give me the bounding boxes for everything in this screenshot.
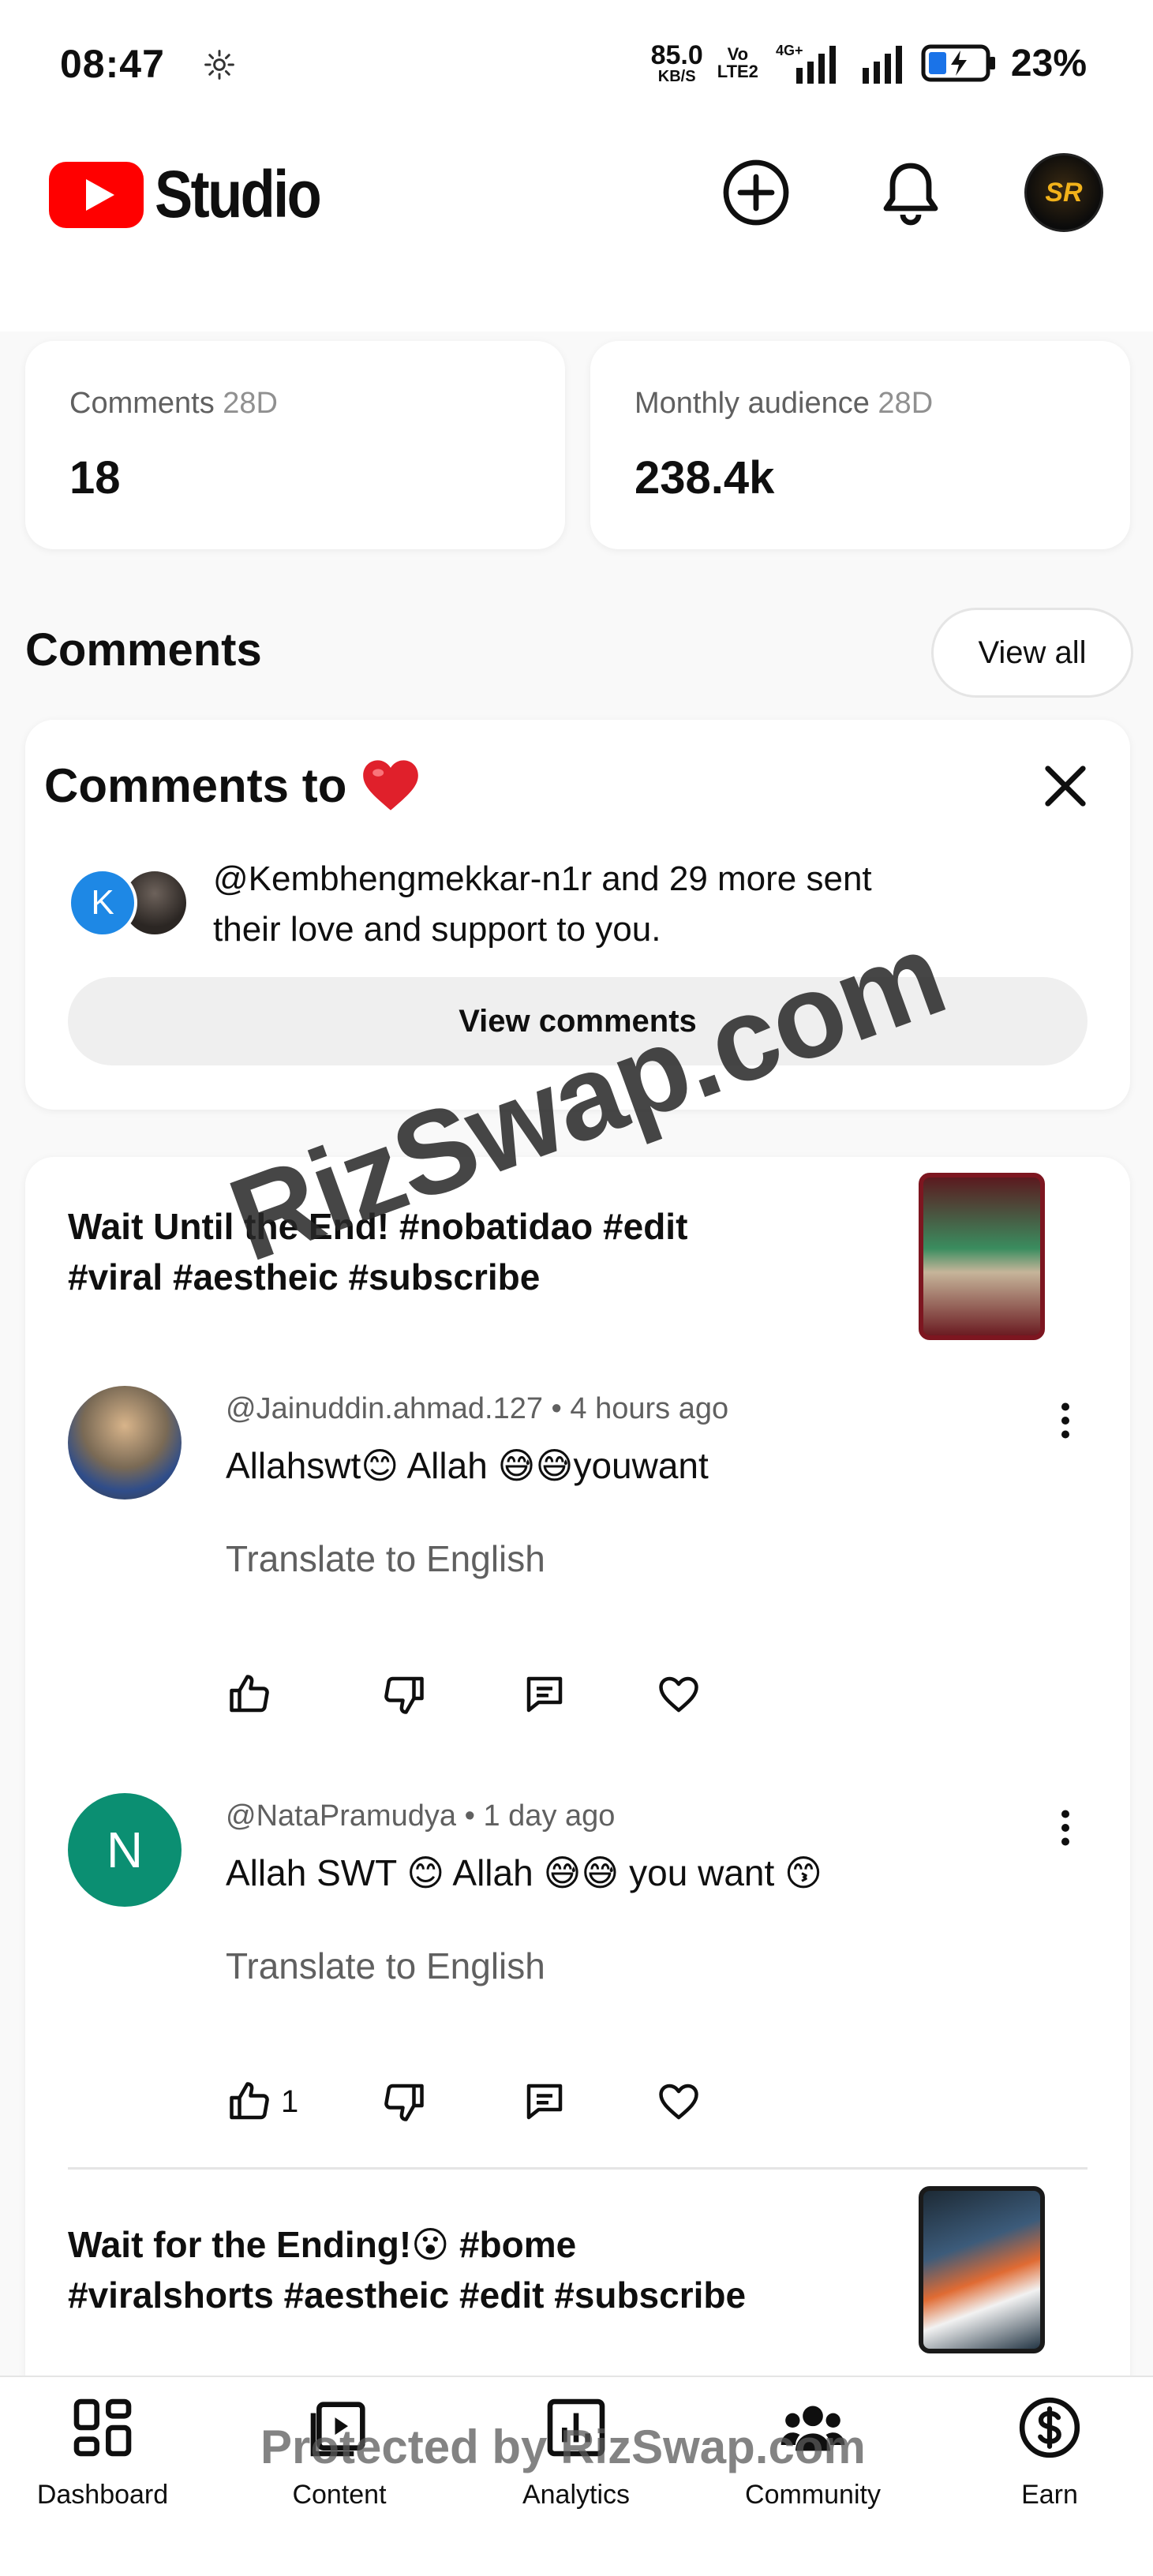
stat-card-comments[interactable]: Comments 28D 18 [25, 341, 565, 549]
comment-meta: @NataPramudya • 1 day ago [226, 1799, 616, 1833]
svg-text:4G+: 4G+ [776, 43, 803, 58]
comment-meta: @Jainuddin.ahmad.127 • 4 hours ago [226, 1392, 729, 1425]
reply-button[interactable] [521, 1667, 568, 1722]
volte-indicator: Vo LTE2 [717, 44, 758, 81]
stat-value: 238.4k [635, 452, 775, 504]
nav-community[interactable]: Community [710, 2393, 915, 2551]
thumbs-up-icon [230, 2082, 269, 2120]
battery-charging-icon [921, 44, 995, 82]
heart-icon [659, 1676, 698, 1713]
nav-content[interactable]: Content [237, 2393, 442, 2551]
heart-button[interactable] [655, 1667, 702, 1722]
reply-button[interactable] [521, 2074, 568, 2129]
comment-text: Allahswt😊 Allah 😅😅youwant [226, 1445, 709, 1486]
video-title[interactable]: Wait Until the End! #nobatidao #edit #vi… [68, 1201, 889, 1302]
youtube-studio-logo[interactable]: Studio [49, 156, 346, 233]
comments-section-title: Comments [25, 624, 262, 676]
app-name: Studio [155, 157, 322, 231]
like-count: 1 [281, 2084, 299, 2119]
video-title[interactable]: Wait for the Ending!😮 #bome #viralshorts… [68, 2219, 889, 2320]
community-icon [781, 2406, 845, 2451]
dislike-button[interactable] [380, 2074, 428, 2129]
translate-button[interactable]: Translate to English [226, 1945, 545, 1987]
heart-icon [659, 2084, 698, 2120]
reply-comment-icon [526, 2084, 563, 2120]
like-button[interactable] [226, 1667, 281, 1722]
translate-button[interactable]: Translate to English [226, 1537, 545, 1580]
video-thumbnail[interactable] [919, 2186, 1045, 2353]
reply-comment-icon [526, 1676, 563, 1713]
status-time: 08:47 [60, 42, 165, 86]
more-options-icon[interactable] [1042, 1397, 1089, 1444]
view-all-button[interactable]: View all [931, 608, 1133, 698]
create-plus-icon[interactable] [718, 155, 794, 230]
analytics-icon [547, 2398, 605, 2457]
nav-analytics[interactable]: Analytics [474, 2393, 679, 2551]
comment-time: 4 hours ago [570, 1392, 729, 1425]
comment-time: 1 day ago [483, 1799, 616, 1833]
avatar: K [68, 868, 137, 938]
divider [68, 2167, 1087, 2170]
stat-card-monthly-audience[interactable]: Monthly audience 28D 238.4k [590, 341, 1130, 549]
settings-gear-icon [204, 50, 234, 80]
content-icon [310, 2402, 365, 2457]
status-bar: 08:47 85.0 KB/S Vo LTE2 4G+ 23% [0, 0, 1153, 134]
network-speed: 85.0 KB/S [650, 40, 703, 85]
heart-emoji-icon [363, 760, 419, 811]
status-indicators: 85.0 KB/S Vo LTE2 4G+ 23% [651, 39, 1087, 87]
earn-icon [1019, 2397, 1080, 2458]
supporter-avatars: K [68, 868, 194, 939]
thumbs-down-icon [384, 2084, 424, 2121]
thumbs-down-icon [384, 1676, 424, 1714]
channel-avatar[interactable]: SR [1024, 153, 1103, 232]
comment-author[interactable]: @NataPramudya [226, 1799, 456, 1833]
like-button[interactable]: 1 [226, 2074, 298, 2129]
youtube-logo-icon [49, 161, 144, 228]
battery-percent: 23% [1010, 42, 1087, 84]
promo-title: Comments to [44, 758, 421, 813]
nav-earn[interactable]: Earn [947, 2393, 1152, 2551]
comment-author[interactable]: @Jainuddin.ahmad.127 [226, 1392, 543, 1425]
commenter-avatar[interactable]: N [68, 1793, 182, 1907]
view-comments-button[interactable]: View comments [68, 977, 1087, 1065]
bottom-navigation: Dashboard Content Analytics Community Ea… [0, 2376, 1153, 2576]
more-options-icon[interactable] [1042, 1804, 1089, 1852]
video-thumbnail[interactable] [919, 1173, 1045, 1340]
stat-value: 18 [69, 452, 121, 504]
signal-4g-icon: 4G+ [776, 43, 836, 84]
dashboard-icon [73, 2398, 132, 2457]
heart-button[interactable] [655, 2074, 702, 2129]
nav-dashboard[interactable]: Dashboard [0, 2393, 205, 2551]
notification-bell-icon[interactable] [873, 155, 949, 230]
close-icon[interactable] [1035, 756, 1095, 816]
comment-text: Allah SWT 😊 Allah 😅😅 you want 😙 [226, 1852, 823, 1893]
dislike-button[interactable] [380, 1667, 428, 1722]
promo-message: @Kembhengmekkar-n1r and 29 more sent the… [213, 859, 872, 949]
signal-icon [862, 46, 902, 84]
commenter-avatar[interactable] [68, 1386, 182, 1500]
thumbs-up-icon [230, 1675, 269, 1713]
app-header: Studio SR [0, 134, 1153, 331]
